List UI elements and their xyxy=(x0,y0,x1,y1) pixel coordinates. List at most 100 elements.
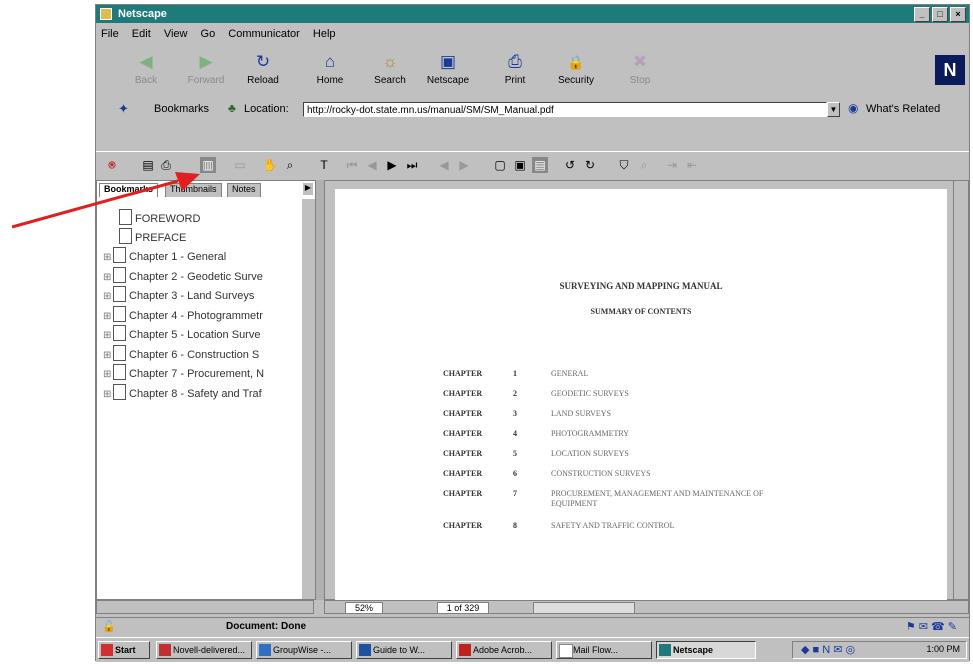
menu-help[interactable]: Help xyxy=(308,25,341,40)
security-status-icon[interactable]: 🔓 xyxy=(102,620,116,633)
menu-view[interactable]: View xyxy=(159,25,193,40)
expand-icon[interactable]: ⊞ xyxy=(103,369,113,380)
rotate-left-icon[interactable]: ↺ xyxy=(562,157,578,173)
taskbar-button[interactable]: Novell-delivered... xyxy=(156,641,252,659)
go-back-icon[interactable]: ◀ xyxy=(436,157,452,173)
print-pdf-icon[interactable]: ⎙ xyxy=(158,157,174,173)
taskbar-button[interactable]: Guide to W... xyxy=(356,641,452,659)
tab-thumbnails[interactable]: Thumbnails xyxy=(165,183,222,197)
acrobat-logo-icon[interactable]: ⍟ xyxy=(104,157,120,173)
forward-button[interactable]: ▶ Forward xyxy=(184,51,228,86)
taskbar-button[interactable]: Mail Flow... xyxy=(556,641,652,659)
expand-icon[interactable]: ⊞ xyxy=(103,330,113,341)
back-button[interactable]: ◀ Back xyxy=(124,51,168,86)
zoom-tool-icon[interactable]: ⌕ xyxy=(282,157,298,173)
page-number-field[interactable]: 1 of 329 xyxy=(437,602,489,614)
menu-communicator[interactable]: Communicator xyxy=(223,25,305,40)
search-button[interactable]: ☼ Search xyxy=(368,51,412,86)
bookmark-chapter-3[interactable]: ⊞ Chapter 3 - Land Surveys xyxy=(103,286,254,305)
security-button[interactable]: 🔒 Security xyxy=(554,51,598,86)
netscape-logo[interactable]: N xyxy=(935,55,965,85)
search-index-icon[interactable]: ⌕ xyxy=(636,157,652,173)
taskbar-button-active[interactable]: Netscape xyxy=(656,641,756,659)
reload-button[interactable]: ↻ Reload xyxy=(241,51,285,86)
search-label: Search xyxy=(374,75,406,86)
back-arrow-icon: ◀ xyxy=(139,52,153,71)
bookmark-chapter-8[interactable]: ⊞ Chapter 8 - Safety and Traf xyxy=(103,384,262,403)
fit-page-icon[interactable]: ▣ xyxy=(512,157,528,173)
chapter-label: CHAPTER xyxy=(443,429,483,438)
tray-icons[interactable]: ◆ ■ N ✉ ◎ xyxy=(801,643,855,656)
location-url-field[interactable]: http://rocky-dot.state.mn.us/manual/SM/S… xyxy=(303,102,827,117)
page-icon xyxy=(113,247,126,263)
tab-notes[interactable]: Notes xyxy=(227,183,261,197)
menu-file[interactable]: File xyxy=(96,25,124,40)
go-forward-icon[interactable]: ▶ xyxy=(456,157,472,173)
search-results-icon[interactable]: ⇥ xyxy=(664,157,680,173)
bookmark-chapter-1[interactable]: ⊞ Chapter 1 - General xyxy=(103,247,226,266)
find-icon[interactable]: ⛉ xyxy=(616,157,632,173)
chapter-number: 7 xyxy=(513,489,517,498)
hand-tool-icon[interactable]: ✋ xyxy=(262,157,278,173)
stop-button[interactable]: ✖ Stop xyxy=(618,51,662,86)
save-icon[interactable]: ▤ xyxy=(140,157,156,173)
start-button[interactable]: Start xyxy=(98,641,150,659)
bookmark-chapter-4[interactable]: ⊞ Chapter 4 - Photogrammetr xyxy=(103,306,263,325)
pane-menu-button[interactable]: ▶ xyxy=(303,183,313,195)
taskbar-button[interactable]: GroupWise -... xyxy=(256,641,352,659)
expand-icon[interactable]: ⊞ xyxy=(103,350,113,361)
bookmark-chapter-7[interactable]: ⊞ Chapter 7 - Procurement, N xyxy=(103,364,264,383)
text-select-icon[interactable]: T xyxy=(316,157,332,173)
bookmark-label: Chapter 6 - Construction S xyxy=(129,349,260,361)
print-button[interactable]: ⎙ Print xyxy=(493,51,537,86)
actual-size-icon[interactable]: ▢ xyxy=(492,157,508,173)
rotate-right-icon[interactable]: ↻ xyxy=(582,157,598,173)
pane-splitter[interactable] xyxy=(316,180,324,600)
bookmark-preface[interactable]: PREFACE xyxy=(119,228,186,247)
show-navigation-pane-icon[interactable]: ▥ xyxy=(200,157,216,173)
document-subtitle: SUMMARY OF CONTENTS xyxy=(590,307,692,316)
tab-bookmarks[interactable]: Bookmarks xyxy=(99,183,159,197)
expand-icon[interactable]: ⊞ xyxy=(103,291,113,302)
first-page-icon[interactable]: ⏮ xyxy=(344,157,360,173)
last-page-icon[interactable]: ⏭ xyxy=(404,157,420,173)
zoom-field[interactable]: 52% xyxy=(345,602,383,614)
expand-icon[interactable]: ⊞ xyxy=(103,272,113,283)
next-page-icon[interactable]: ▶ xyxy=(384,157,400,173)
url-dropdown-button[interactable]: ▼ xyxy=(827,102,840,117)
netscape-icon: ▣ xyxy=(439,52,457,71)
page-only-icon[interactable]: ▭ xyxy=(232,157,248,173)
bookmark-label: Chapter 2 - Geodetic Surve xyxy=(129,271,263,283)
netscape-app-icon xyxy=(100,8,112,20)
title-bar[interactable]: Netscape _ □ × xyxy=(96,5,969,23)
whats-related-button[interactable]: What's Related xyxy=(866,103,940,115)
forward-arrow-icon: ▶ xyxy=(199,52,213,71)
expand-icon[interactable]: ⊞ xyxy=(103,252,113,263)
bookmark-chapter-6[interactable]: ⊞ Chapter 6 - Construction S xyxy=(103,345,259,364)
expand-icon[interactable]: ⊞ xyxy=(103,311,113,322)
pane-vertical-scrollbar[interactable] xyxy=(302,199,315,599)
bookmark-chapter-2[interactable]: ⊞ Chapter 2 - Geodetic Surve xyxy=(103,267,263,286)
document-vertical-scrollbar[interactable] xyxy=(953,181,968,599)
menu-edit[interactable]: Edit xyxy=(127,25,156,40)
bookmarks-button[interactable]: Bookmarks xyxy=(154,103,209,115)
taskbar-button[interactable]: Adobe Acrob... xyxy=(456,641,552,659)
status-bar: 🔓 Document: Done ⚑ ✉ ☎ ✎ xyxy=(96,617,969,636)
fit-width-icon[interactable]: ▤ xyxy=(532,157,548,173)
pane-horizontal-scrollbar[interactable] xyxy=(96,600,314,614)
close-button[interactable]: × xyxy=(950,7,966,22)
netscape-button[interactable]: ▣ Netscape xyxy=(426,51,470,86)
expand-icon[interactable]: ⊞ xyxy=(103,389,113,400)
search-next-icon[interactable]: ⇤ xyxy=(684,157,700,173)
component-bar-icons[interactable]: ⚑ ✉ ☎ ✎ xyxy=(906,620,957,633)
windows-logo-icon xyxy=(101,644,113,656)
page-proxy-icon[interactable]: ♣ xyxy=(228,101,236,115)
bookmark-foreword[interactable]: FOREWORD xyxy=(119,209,200,228)
menu-go[interactable]: Go xyxy=(196,25,221,40)
home-button[interactable]: ⌂ Home xyxy=(308,51,352,86)
maximize-button[interactable]: □ xyxy=(932,7,948,22)
clock: 1:00 PM xyxy=(926,644,960,654)
minimize-button[interactable]: _ xyxy=(914,7,930,22)
previous-page-icon[interactable]: ◀ xyxy=(364,157,380,173)
bookmark-chapter-5[interactable]: ⊞ Chapter 5 - Location Surve xyxy=(103,325,260,344)
